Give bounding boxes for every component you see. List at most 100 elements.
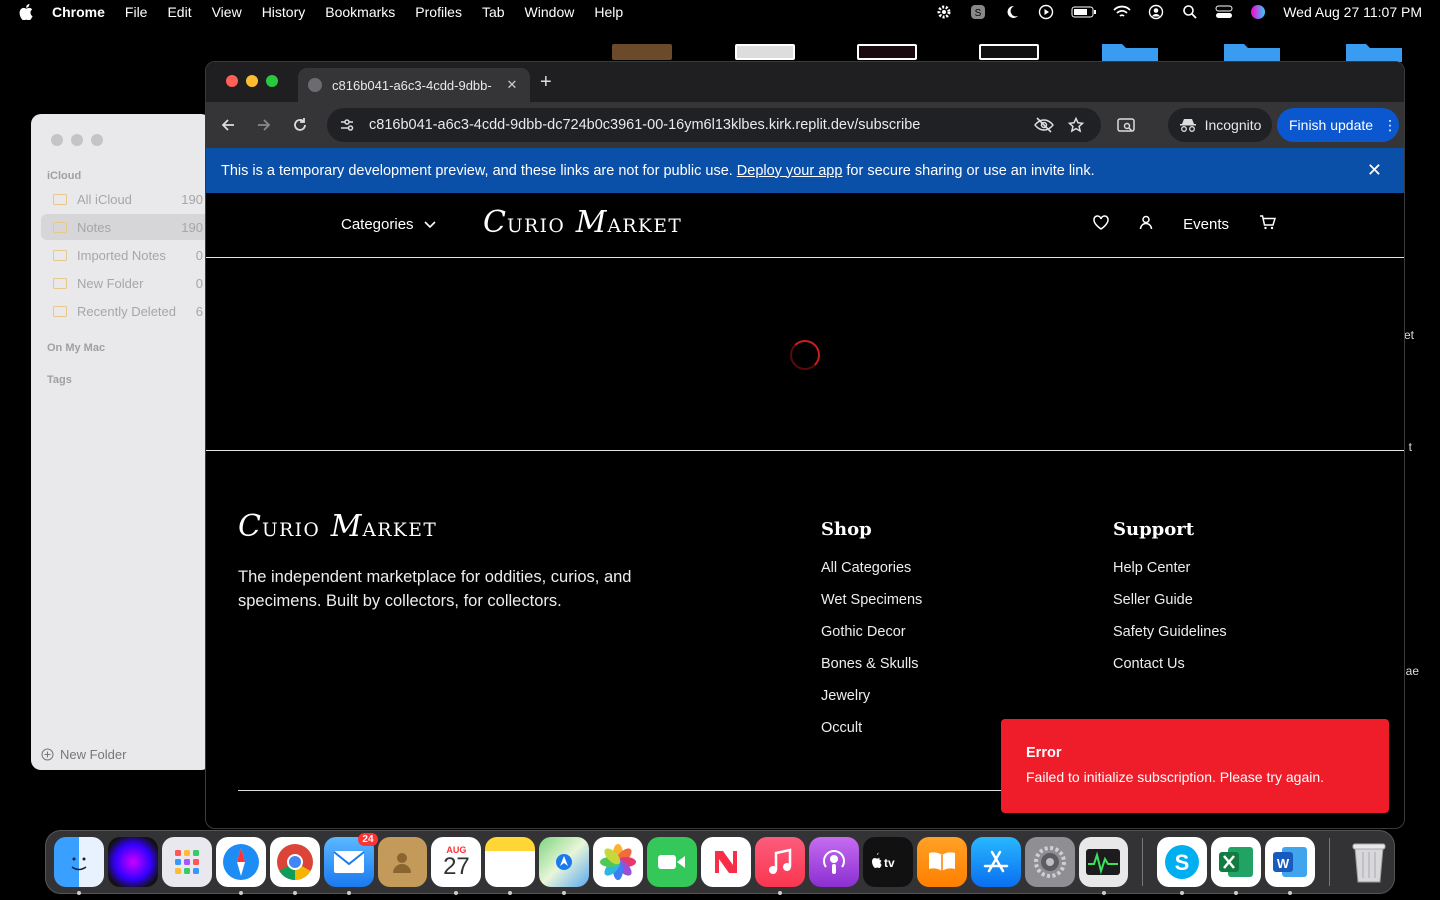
maps-icon[interactable] bbox=[539, 837, 590, 895]
footer-link-contact-us[interactable]: Contact Us bbox=[1113, 656, 1227, 688]
user-icon[interactable] bbox=[1139, 215, 1153, 234]
close-banner-icon[interactable]: ✕ bbox=[1367, 160, 1382, 181]
finder-icon[interactable] bbox=[54, 837, 104, 895]
folder-imported-notes[interactable]: Imported Notes 0 bbox=[41, 242, 211, 268]
menu-bookmarks[interactable]: Bookmarks bbox=[315, 4, 405, 20]
skype-icon[interactable]: S bbox=[1157, 837, 1208, 895]
menu-tab[interactable]: Tab bbox=[472, 4, 515, 20]
desktop-image-thumbnail[interactable] bbox=[612, 44, 672, 60]
mail-icon[interactable]: 24 bbox=[323, 833, 378, 895]
folder-recently-deleted[interactable]: Recently Deleted 6 bbox=[41, 298, 211, 324]
address-bar[interactable]: c816b041-a6c3-4cdd-9dbb-dc724b0c3961-00-… bbox=[327, 108, 1101, 142]
zoom-button[interactable] bbox=[91, 134, 103, 146]
desktop-folder-icon[interactable] bbox=[1100, 40, 1160, 62]
apple-menu-icon[interactable] bbox=[0, 4, 52, 20]
trash-icon[interactable] bbox=[1344, 837, 1394, 887]
folder-notes[interactable]: Notes 190 bbox=[41, 214, 211, 240]
siri-app-icon[interactable] bbox=[107, 837, 158, 887]
desktop-screenshot-thumbnail[interactable] bbox=[857, 44, 917, 60]
site-logo[interactable]: CURIO MARKET bbox=[483, 205, 682, 240]
notes-icon[interactable] bbox=[485, 837, 536, 895]
events-link[interactable]: Events bbox=[1183, 216, 1229, 233]
user-account-icon[interactable] bbox=[1147, 3, 1165, 21]
wifi-icon[interactable] bbox=[1113, 3, 1131, 21]
system-settings-icon[interactable] bbox=[1024, 837, 1075, 887]
section-on-my-mac[interactable]: On My Mac bbox=[47, 342, 105, 354]
podcasts-icon[interactable] bbox=[808, 837, 859, 887]
minimize-button[interactable] bbox=[71, 134, 83, 146]
facetime-icon[interactable] bbox=[647, 837, 698, 887]
app-store-icon[interactable] bbox=[970, 837, 1021, 887]
battery-icon[interactable] bbox=[1071, 3, 1097, 21]
browser-tab[interactable]: c816b041-a6c3-4cdd-9dbb- ✕ bbox=[298, 68, 530, 102]
footer-logo[interactable]: CURIO MARKET bbox=[238, 509, 437, 544]
footer-link-seller-guide[interactable]: Seller Guide bbox=[1113, 592, 1227, 624]
finish-update-button[interactable]: Finish update ⋮ bbox=[1277, 108, 1399, 142]
minimize-button[interactable] bbox=[246, 75, 258, 87]
folder-all-icloud[interactable]: All iCloud 190 bbox=[41, 186, 211, 212]
menu-profiles[interactable]: Profiles bbox=[405, 4, 472, 20]
footer-link-gothic-decor[interactable]: Gothic Decor bbox=[821, 624, 922, 656]
close-button[interactable] bbox=[51, 134, 63, 146]
footer-link-occult[interactable]: Occult bbox=[821, 720, 922, 752]
footer-link-all-categories[interactable]: All Categories bbox=[821, 560, 922, 592]
footer-link-bones-skulls[interactable]: Bones & Skulls bbox=[821, 656, 922, 688]
photos-icon[interactable] bbox=[593, 837, 644, 887]
deploy-app-link[interactable]: Deploy your app bbox=[737, 163, 843, 179]
new-tab-button[interactable]: + bbox=[540, 71, 552, 94]
books-icon[interactable] bbox=[916, 837, 967, 887]
menu-window[interactable]: Window bbox=[515, 4, 585, 20]
heart-icon[interactable] bbox=[1093, 215, 1109, 234]
footer-link-jewelry[interactable]: Jewelry bbox=[821, 688, 922, 720]
menu-view[interactable]: View bbox=[202, 4, 252, 20]
menu-file[interactable]: File bbox=[115, 4, 158, 20]
activity-monitor-icon[interactable] bbox=[1078, 837, 1129, 895]
menu-edit[interactable]: Edit bbox=[157, 4, 201, 20]
siri-icon[interactable] bbox=[1249, 3, 1267, 21]
music-icon[interactable] bbox=[754, 837, 805, 895]
menubar-clock[interactable]: Wed Aug 27 11:07 PM bbox=[1283, 4, 1422, 20]
kebab-menu-icon[interactable]: ⋮ bbox=[1383, 117, 1397, 134]
desktop-screenshot-thumbnail[interactable] bbox=[979, 44, 1039, 60]
calendar-icon[interactable]: AUG 27 bbox=[431, 837, 482, 895]
zoom-button[interactable] bbox=[266, 75, 278, 87]
moon-icon[interactable] bbox=[1003, 3, 1021, 21]
eye-slash-icon[interactable] bbox=[1032, 113, 1056, 137]
gear-icon[interactable] bbox=[935, 3, 953, 21]
apple-tv-icon[interactable]: tv bbox=[862, 837, 913, 887]
menu-app-name[interactable]: Chrome bbox=[52, 4, 115, 20]
folder-new-folder[interactable]: New Folder 0 bbox=[41, 270, 211, 296]
contacts-icon[interactable] bbox=[377, 837, 428, 887]
desktop-item-label[interactable]: ae bbox=[1406, 664, 1419, 678]
incognito-indicator[interactable]: Incognito bbox=[1168, 108, 1272, 142]
reload-icon[interactable] bbox=[288, 113, 312, 137]
footer-link-help-center[interactable]: Help Center bbox=[1113, 560, 1227, 592]
skype-status-icon[interactable]: S bbox=[969, 3, 987, 21]
forward-arrow-icon[interactable] bbox=[252, 113, 276, 137]
bookmark-star-icon[interactable] bbox=[1064, 113, 1088, 137]
menu-help[interactable]: Help bbox=[584, 4, 633, 20]
desktop-folder-icon[interactable] bbox=[1222, 40, 1282, 62]
footer-link-wet-specimens[interactable]: Wet Specimens bbox=[821, 592, 922, 624]
chrome-icon[interactable] bbox=[269, 837, 320, 895]
section-tags[interactable]: Tags bbox=[47, 374, 72, 386]
spotlight-search-icon[interactable] bbox=[1181, 3, 1199, 21]
categories-dropdown[interactable]: Categories bbox=[341, 216, 436, 233]
site-settings-icon[interactable] bbox=[337, 117, 357, 133]
menu-history[interactable]: History bbox=[252, 4, 316, 20]
close-button[interactable] bbox=[226, 75, 238, 87]
launchpad-icon[interactable] bbox=[161, 837, 212, 887]
close-tab-icon[interactable]: ✕ bbox=[504, 77, 520, 93]
error-toast[interactable]: Error Failed to initialize subscription.… bbox=[1001, 719, 1389, 813]
safari-icon[interactable] bbox=[215, 837, 266, 895]
word-icon[interactable]: W bbox=[1265, 837, 1316, 895]
play-icon[interactable] bbox=[1037, 3, 1055, 21]
control-center-icon[interactable] bbox=[1215, 3, 1233, 21]
desktop-item-label[interactable]: t bbox=[1409, 440, 1412, 454]
desktop-folder-icon[interactable] bbox=[1344, 40, 1404, 62]
back-arrow-icon[interactable] bbox=[216, 113, 240, 137]
excel-icon[interactable] bbox=[1211, 837, 1262, 895]
desktop-screenshot-thumbnail[interactable] bbox=[735, 44, 795, 60]
desktop-item-label[interactable]: et bbox=[1404, 328, 1414, 342]
footer-link-safety-guidelines[interactable]: Safety Guidelines bbox=[1113, 624, 1227, 656]
